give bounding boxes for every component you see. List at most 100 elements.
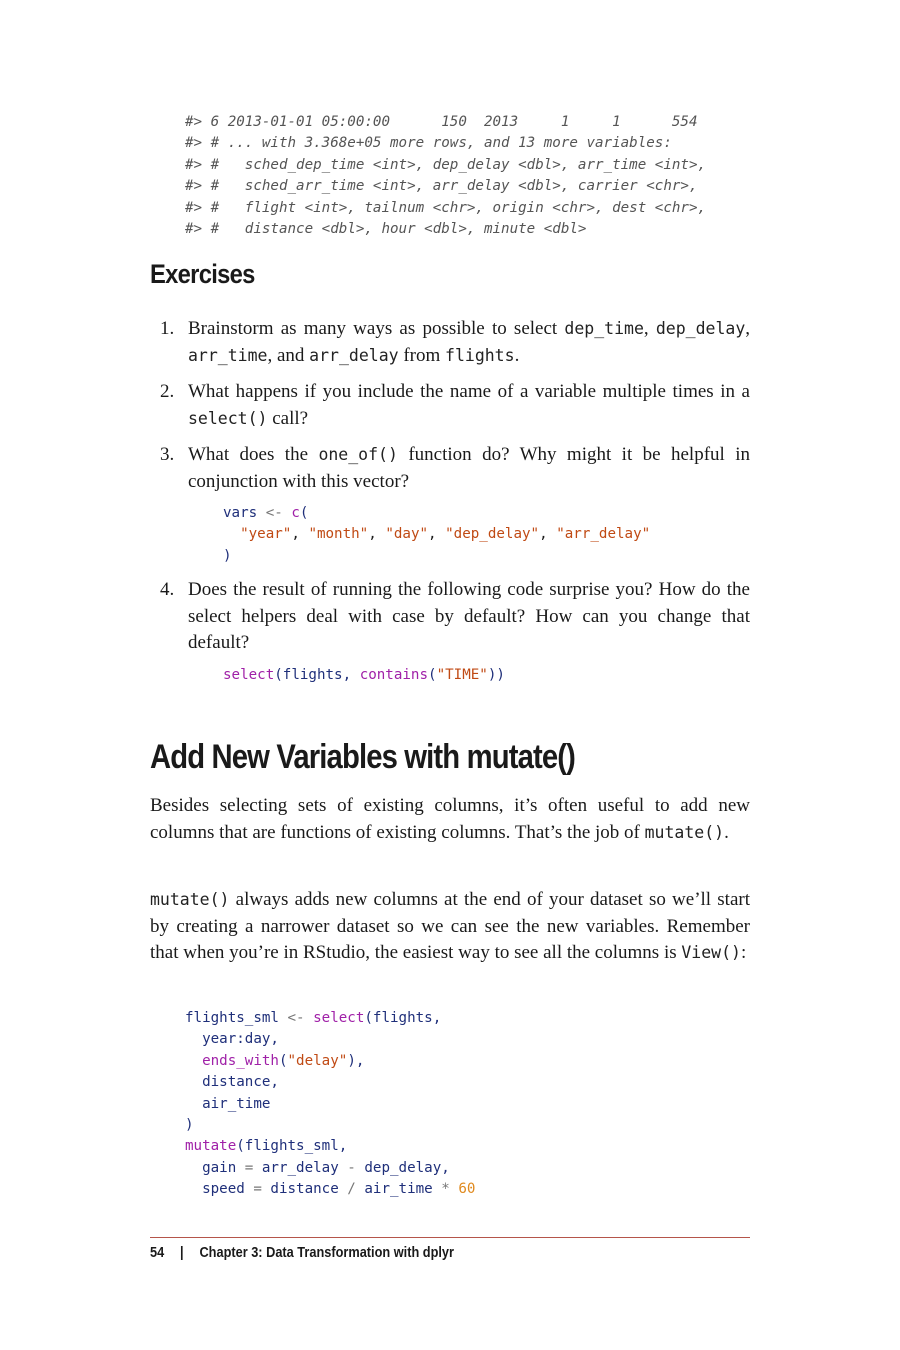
exercise-text: Does the result of running the following…: [188, 579, 750, 654]
code-token: "dep_delay": [445, 526, 540, 543]
inline-code: arr_time: [188, 345, 268, 365]
code-token: flights_sml: [185, 1010, 279, 1026]
exercise-number: 1.: [160, 318, 175, 339]
exercise-item: 2. What happens if you include the name …: [150, 379, 750, 432]
paragraph-text: .: [724, 821, 729, 843]
code-token: ,: [342, 666, 360, 683]
code-token: gain: [185, 1159, 237, 1176]
page-footer: 54 | Chapter 3: Data Transformation with d…: [150, 1245, 454, 1261]
inline-code: arr_delay: [309, 345, 399, 365]
code-token: air_time: [185, 1095, 271, 1112]
exercise-text: What does the: [188, 444, 319, 465]
paragraph: Besides selecting sets of existing colum…: [150, 793, 750, 846]
inline-code: mutate(): [644, 822, 725, 842]
code-token: "TIME": [436, 666, 488, 683]
inline-code: mutate(): [150, 890, 230, 909]
code-token: ),: [347, 1052, 365, 1069]
code-token: ,: [539, 526, 557, 543]
exercise-number: 2.: [160, 381, 175, 402]
code-token: select: [313, 1010, 365, 1026]
code-token: (: [274, 666, 283, 683]
output-block: #> 6 2013-01-01 05:00:00 150 2013 1 1 55…: [185, 112, 706, 240]
exercise-text: from: [398, 344, 446, 366]
output-line: #> # sched_dep_time <int>, dep_delay <db…: [185, 156, 707, 173]
code-token: select: [223, 666, 275, 683]
code-token: =: [236, 1159, 262, 1176]
page-number: 54: [150, 1245, 165, 1261]
exercise-item: 3. What does the one_of() function do? W…: [150, 442, 750, 567]
output-line: #> # ... with 3.368e+05 more rows, and 1…: [185, 135, 672, 152]
inline-code: dep_time: [564, 319, 644, 338]
inline-code: dep_delay: [655, 319, 746, 338]
chapter-title: Chapter 3: Data Transformation with dply…: [199, 1245, 454, 1261]
code-token: "month": [308, 526, 369, 543]
code-token: ,: [368, 526, 386, 543]
exercise-text: Brainstorm as many ways as possible to s…: [188, 318, 565, 339]
code-token: year:day,: [185, 1031, 279, 1048]
code-token: "day": [385, 526, 429, 543]
code-token: <-: [278, 1010, 314, 1026]
code-token: -: [338, 1159, 365, 1176]
code-token: "arr_delay": [556, 526, 651, 543]
code-token: ,: [291, 526, 309, 543]
exercise-text: ,: [745, 318, 751, 339]
exercise-text: call?: [267, 407, 309, 429]
code-token: "delay": [287, 1052, 348, 1069]
paragraph-text: :: [740, 942, 747, 963]
code-token: ): [185, 1117, 194, 1134]
exercise-text: What happens if you include the name of …: [188, 381, 750, 402]
footer-rule: [150, 1237, 750, 1238]
exercise-list: 1. Brainstorm as many ways as possible t…: [150, 316, 750, 696]
code-token: (: [278, 1052, 288, 1069]
code-token: air_time: [364, 1181, 433, 1198]
code-token: 60: [458, 1181, 476, 1198]
code-token: *: [432, 1181, 459, 1198]
code-token: ): [223, 547, 232, 564]
inline-code: one_of(): [318, 445, 398, 464]
paragraph-text: always adds new columns at the end of yo…: [150, 889, 750, 963]
exercise-text: .: [514, 344, 520, 366]
output-line: #> # sched_arr_time <int>, arr_delay <db…: [185, 178, 698, 195]
footer-separator: |: [180, 1245, 184, 1261]
code-token: ends_with: [202, 1052, 279, 1069]
exercise-text: , and: [267, 344, 310, 366]
code-token: <-: [257, 505, 292, 521]
code-token: vars: [223, 505, 258, 521]
output-line: #> 6 2013-01-01 05:00:00 150 2013 1 1 55…: [185, 114, 698, 130]
code-token: (flights_sml,: [236, 1138, 348, 1155]
code-token: flights: [282, 666, 343, 683]
section-heading: Add New Variables with mutate(): [150, 738, 576, 776]
code-snippet-contains: select(flights, contains("TIME")): [223, 665, 750, 686]
code-token: contains: [359, 666, 429, 683]
exercises-heading: Exercises: [150, 259, 255, 289]
exercise-text: ,: [643, 318, 656, 339]
exercise-item: 1. Brainstorm as many ways as possible t…: [150, 316, 750, 369]
code-token: mutate: [185, 1138, 237, 1155]
code-token: )): [487, 666, 505, 683]
code-token: c: [291, 505, 300, 521]
code-token: arr_delay: [261, 1159, 339, 1176]
exercise-item: 4. Does the result of running the follow…: [150, 577, 750, 686]
code-token: distance: [270, 1181, 339, 1198]
code-snippet-vars: vars <- c( "year", "month", "day", "dep_…: [223, 503, 750, 567]
inline-code: flights: [445, 345, 515, 365]
exercise-number: 4.: [160, 579, 175, 601]
code-token: dep_delay,: [364, 1159, 450, 1176]
code-token: (: [428, 666, 437, 683]
code-token: (: [299, 505, 309, 521]
output-line: #> # distance <dbl>, hour <dbl>, minute …: [185, 221, 587, 238]
code-token: /: [338, 1181, 365, 1198]
code-token: (flights,: [364, 1010, 442, 1026]
code-token: ,: [428, 526, 446, 543]
inline-code: select(): [188, 408, 268, 428]
code-token: distance,: [185, 1074, 279, 1091]
output-line: #> # flight <int>, tailnum <chr>, origin…: [185, 199, 707, 216]
code-block-mutate: flights_sml <- select(flights, year:day,…: [185, 1008, 475, 1201]
inline-code: View(): [681, 943, 741, 962]
code-token: =: [244, 1181, 271, 1198]
exercise-number: 3.: [160, 444, 175, 465]
code-token: "year": [240, 526, 292, 543]
code-token: speed: [185, 1181, 245, 1198]
paragraph: mutate() always adds new columns at the …: [150, 887, 750, 967]
